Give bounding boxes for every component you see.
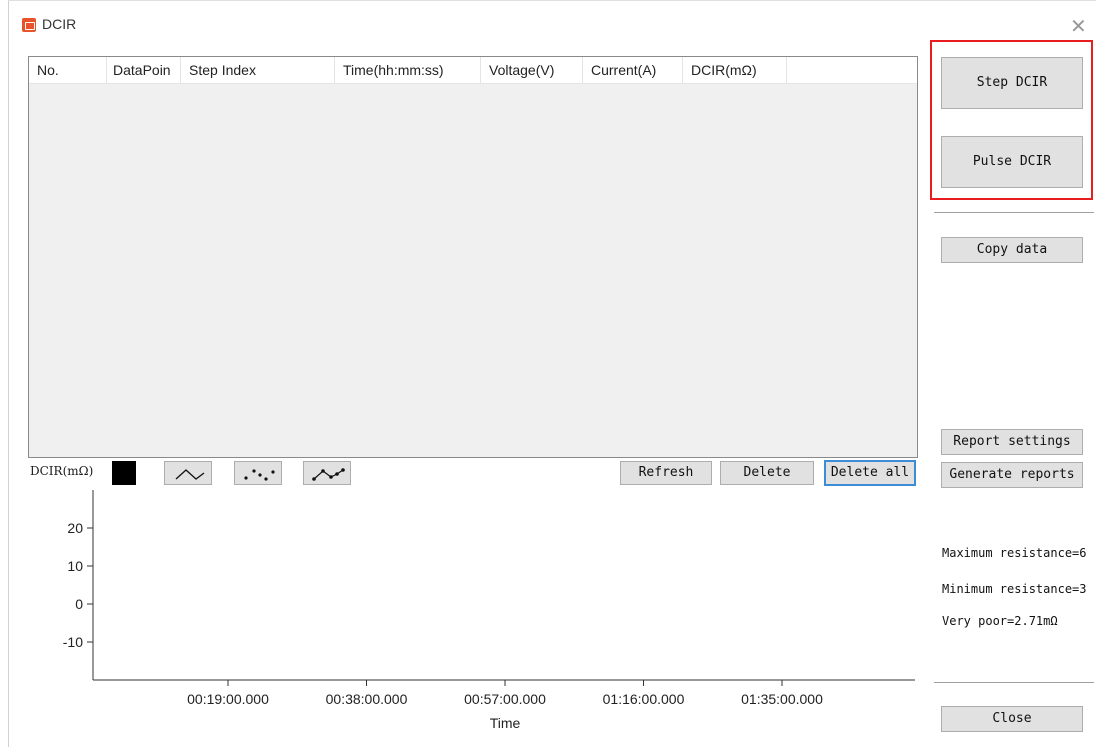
step-dcir-button[interactable]: Step DCIR: [941, 57, 1083, 109]
window-top-border: [8, 0, 1096, 1]
column-header-current[interactable]: Current(A): [583, 57, 683, 83]
x-tick-label: 00:38:00.000: [326, 691, 408, 707]
line-style-icon: [175, 469, 205, 480]
delete-all-button[interactable]: Delete all: [824, 460, 916, 486]
right-panel-divider-bottom: [934, 682, 1094, 683]
x-tick-label: 01:35:00.000: [741, 691, 823, 707]
close-window-icon[interactable]: ✕: [1070, 14, 1087, 38]
maximum-resistance-text: Maximum resistance=6: [942, 546, 1087, 560]
very-poor-text: Very poor=2.71mΩ: [942, 614, 1058, 628]
refresh-button-label: Refresh: [638, 465, 694, 480]
table-header: No. DataPoin Step Index Time(hh:mm:ss) V…: [29, 57, 917, 84]
app-logo-icon: [22, 18, 36, 32]
scatter-style-button[interactable]: [234, 461, 282, 485]
column-header-no[interactable]: No.: [29, 57, 107, 83]
copy-data-button[interactable]: Copy data: [941, 237, 1083, 263]
column-header-step-index[interactable]: Step Index: [181, 57, 335, 83]
generate-reports-button[interactable]: Generate reports: [941, 462, 1083, 488]
y-tick-label: 10: [67, 558, 83, 574]
close-button-label: Close: [992, 711, 1032, 726]
line-scatter-style-button[interactable]: [303, 461, 351, 485]
column-header-time[interactable]: Time(hh:mm:ss): [335, 57, 481, 83]
delete-button-label: Delete: [743, 465, 791, 480]
x-axis-label: Time: [490, 715, 521, 731]
window-title: DCIR: [42, 16, 77, 32]
step-dcir-label: Step DCIR: [976, 75, 1048, 90]
y-tick-label: -10: [63, 634, 83, 650]
dcir-chart[interactable]: 20 10 0 -10 00:19:00.000 00:38:00.000 00:57:0…: [0, 485, 930, 747]
column-header-datapoint[interactable]: DataPoin: [107, 57, 181, 83]
scatter-style-icon: [244, 469, 275, 481]
chart-x-ticks: 00:19:00.000 00:38:00.000 00:57:00.000 01:1…: [187, 680, 823, 707]
right-panel-divider-top: [934, 212, 1094, 213]
column-header-dcir[interactable]: DCIR(mΩ): [683, 57, 787, 83]
x-tick-label: 00:57:00.000: [464, 691, 546, 707]
report-settings-button[interactable]: Report settings: [941, 429, 1083, 455]
x-tick-label: 01:16:00.000: [603, 691, 685, 707]
refresh-button[interactable]: Refresh: [620, 461, 712, 485]
delete-all-button-label: Delete all: [830, 465, 910, 480]
copy-data-label: Copy data: [976, 242, 1048, 257]
minimum-resistance-text: Minimum resistance=3: [942, 582, 1087, 596]
y-tick-label: 20: [67, 520, 83, 536]
generate-reports-label: Generate reports: [949, 467, 1075, 482]
chart-y-ticks: 20 10 0 -10: [63, 520, 93, 650]
close-button[interactable]: Close: [941, 706, 1083, 732]
delete-button[interactable]: Delete: [720, 461, 814, 485]
line-style-button[interactable]: [164, 461, 212, 485]
column-header-empty: [787, 57, 917, 83]
report-settings-label: Report settings: [953, 434, 1071, 449]
y-tick-label: 0: [75, 596, 83, 612]
chart-axes: [92, 490, 915, 681]
pulse-dcir-button[interactable]: Pulse DCIR: [941, 136, 1083, 188]
line-scatter-style-icon: [312, 468, 345, 481]
pulse-dcir-label: Pulse DCIR: [972, 154, 1052, 169]
column-header-voltage[interactable]: Voltage(V): [481, 57, 583, 83]
title-bar: DCIR ✕: [10, 10, 1096, 40]
chart-series-label: DCIR(mΩ): [30, 464, 94, 478]
dcir-data-table[interactable]: No. DataPoin Step Index Time(hh:mm:ss) V…: [28, 56, 918, 458]
series-color-swatch[interactable]: [112, 461, 136, 485]
x-tick-label: 00:19:00.000: [187, 691, 269, 707]
